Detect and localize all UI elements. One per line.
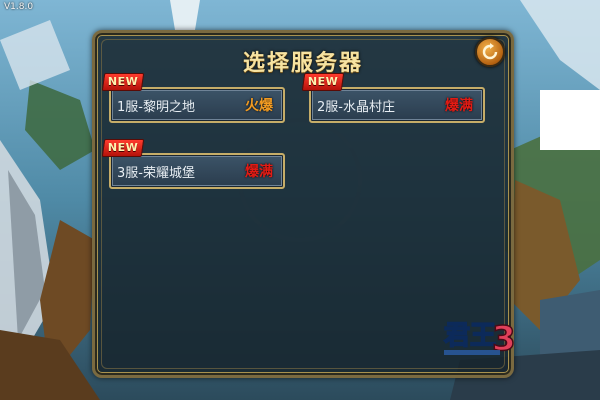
blank-overlay [540, 90, 600, 150]
server-name: 1服-黎明之地 [117, 100, 195, 115]
server-name: 3服-荣耀城堡 [117, 166, 195, 181]
server-item-1[interactable]: 1服-黎明之地 火爆 NEW [101, 73, 285, 123]
server-item-2[interactable]: 2服-水晶村庄 爆满 NEW [301, 73, 485, 123]
new-badge-label: NEW [107, 75, 139, 88]
server-name: 2服-水晶村庄 [317, 100, 395, 115]
server-status: 爆满 [245, 164, 273, 180]
new-badge-label: NEW [107, 141, 139, 154]
new-badge: NEW [301, 73, 345, 91]
refresh-button[interactable] [475, 37, 505, 67]
version-label: V1.8.0 [4, 2, 34, 12]
new-badge: NEW [101, 73, 145, 91]
new-badge-label: NEW [307, 75, 339, 88]
svg-text:君王: 君王 [444, 321, 496, 351]
server-item-3[interactable]: 3服-荣耀城堡 爆满 NEW [101, 139, 285, 189]
new-badge: NEW [101, 139, 145, 157]
refresh-icon [482, 43, 498, 60]
server-status: 火爆 [245, 98, 273, 114]
dialog-title: 选择服务器 [242, 51, 363, 76]
server-status: 爆满 [445, 98, 473, 114]
game-logo: 君王 3 [443, 318, 516, 360]
